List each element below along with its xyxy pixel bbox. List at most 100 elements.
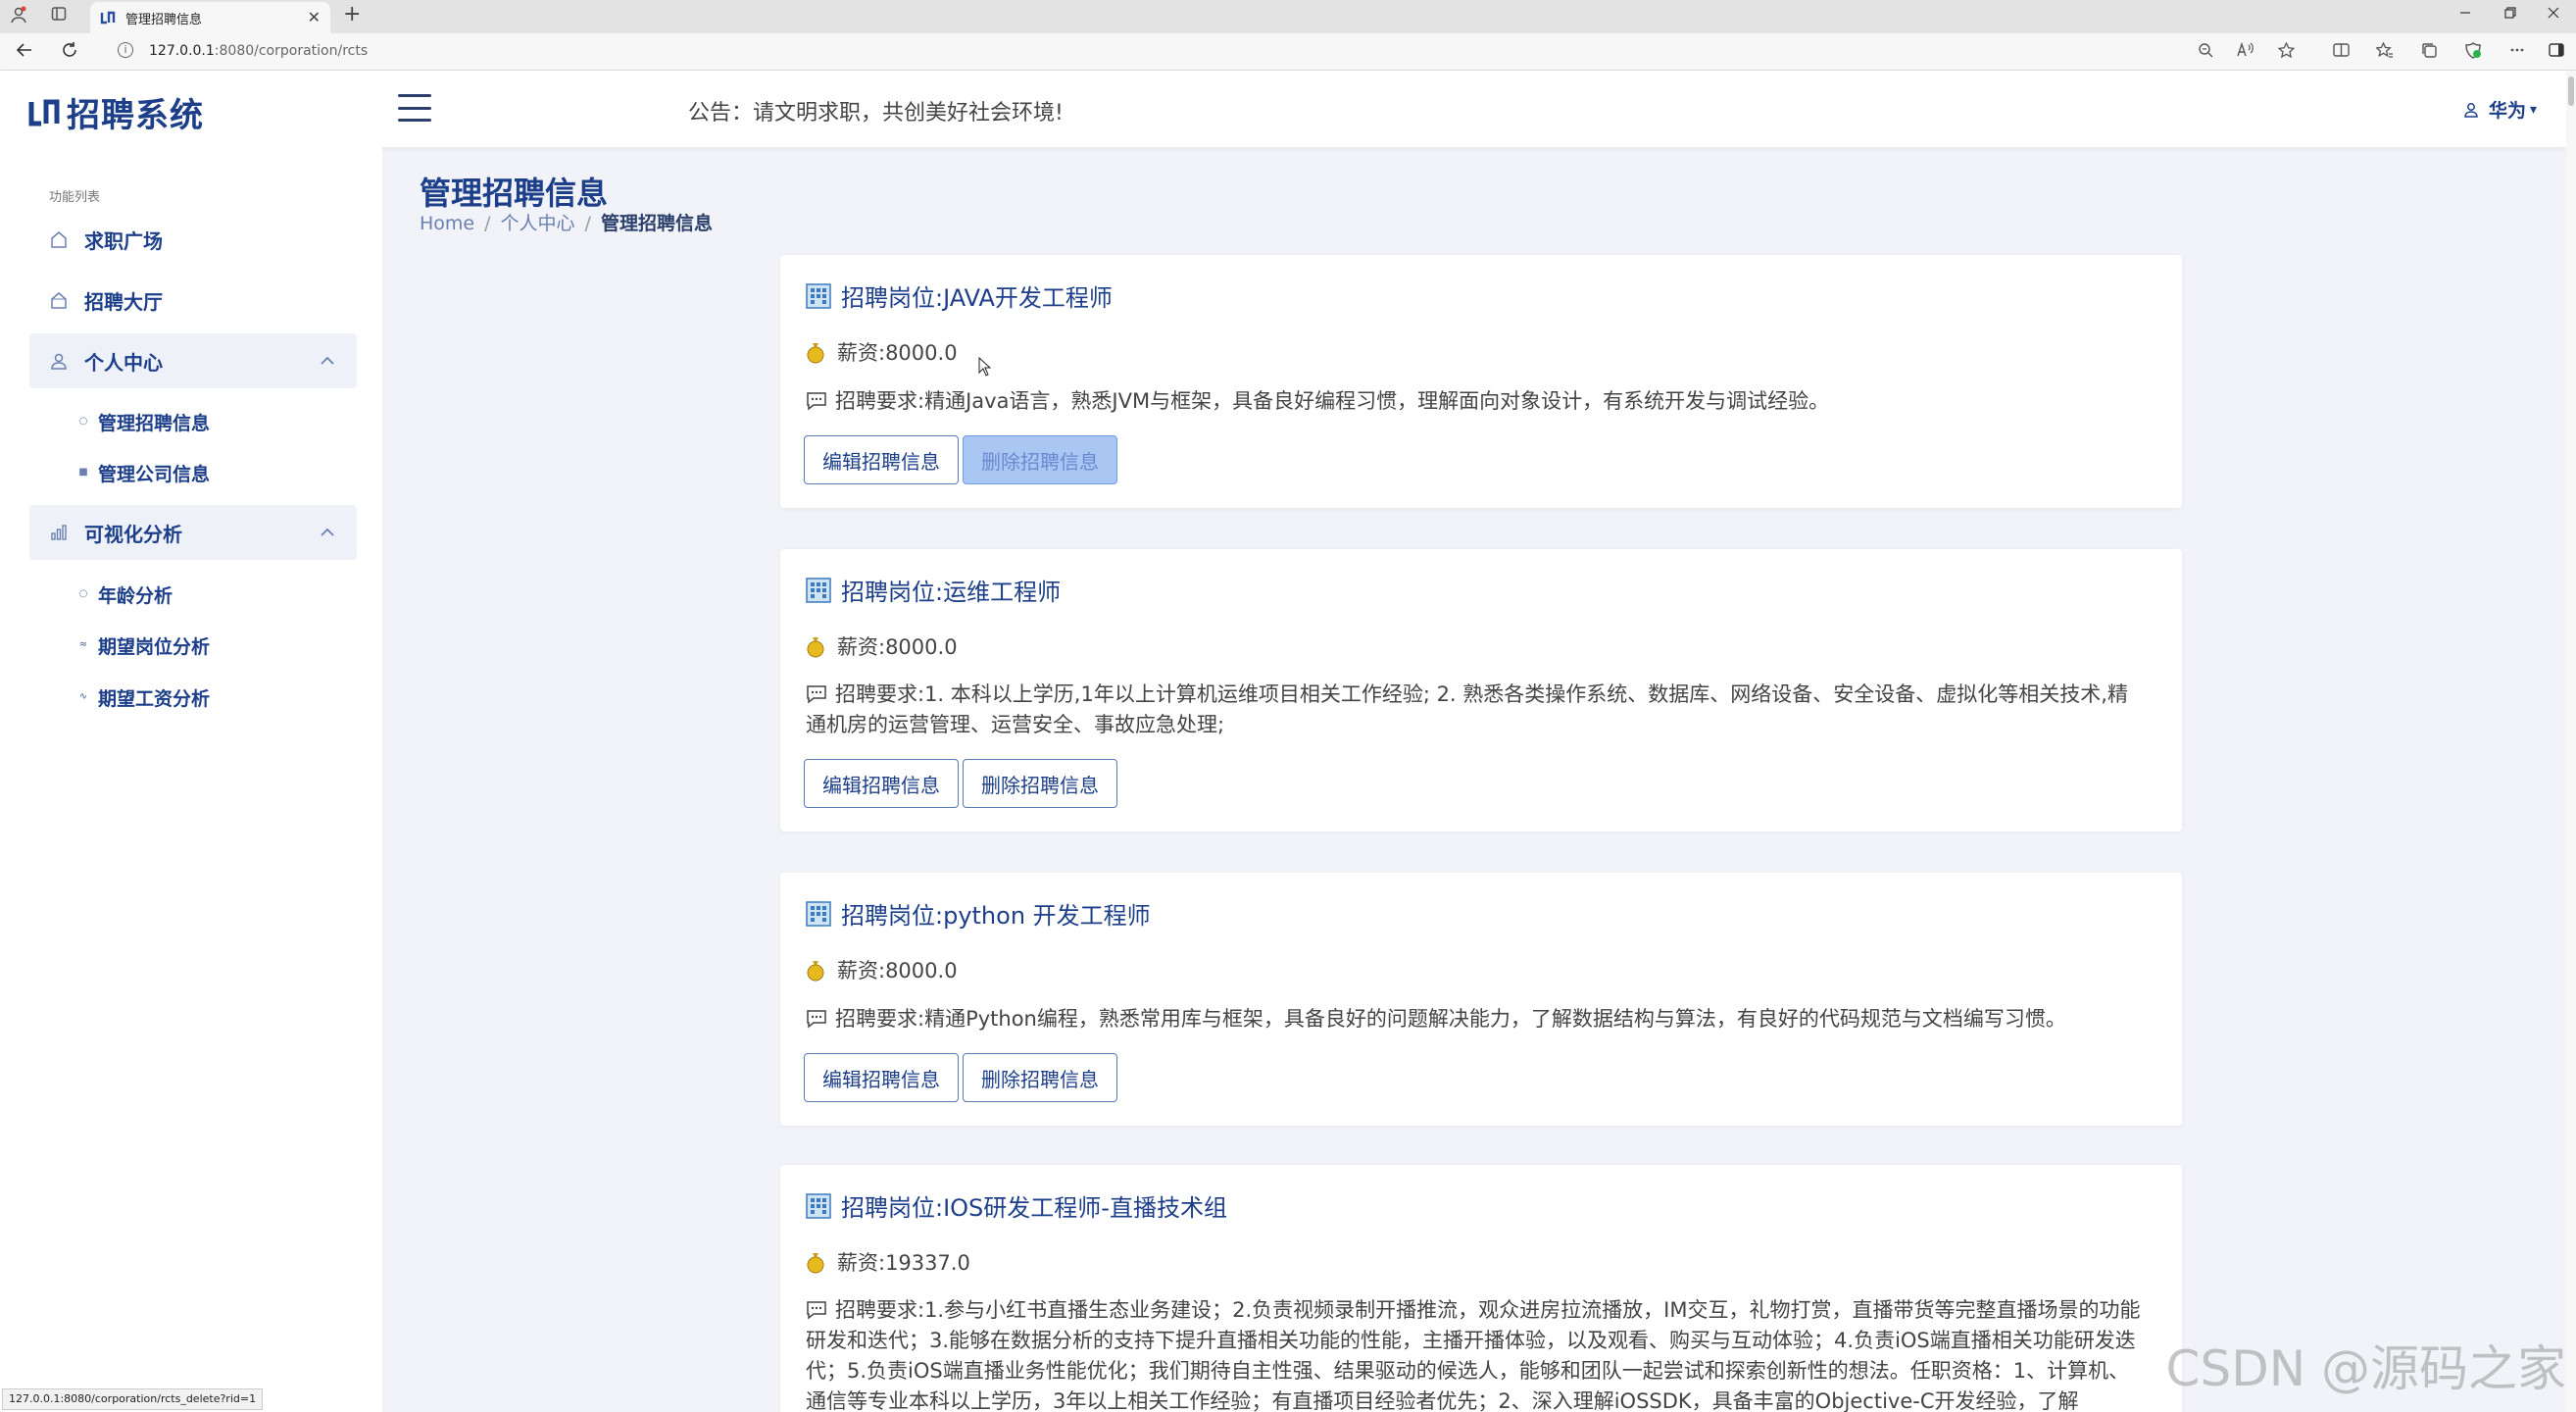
building-icon: [806, 900, 831, 927]
breadcrumb-separator: /: [484, 213, 491, 234]
watermark: CSDN @源码之家: [2165, 1340, 2566, 1397]
favorite-star-icon[interactable]: [2277, 41, 2296, 63]
sidebar-subitem-manage-company[interactable]: ■ 管理公司信息: [78, 453, 210, 492]
reload-icon[interactable]: [61, 41, 78, 64]
requirement-text: 招聘要求:精通Java语言，熟悉JVM与框架，具备良好编程习惯，理解面向对象设计…: [835, 389, 1830, 413]
read-aloud-icon[interactable]: [2237, 41, 2254, 62]
announcement-text: 公告：请文明求职，共创美好社会环境!: [688, 101, 1064, 126]
sidebar-item-label: 求职广场: [84, 228, 163, 253]
job-title: 招聘岗位:JAVA开发工程师: [806, 278, 1113, 313]
profile-icon[interactable]: [10, 6, 27, 27]
comment-icon: [807, 1301, 826, 1320]
delete-recruit-button[interactable]: 删除招聘信息: [963, 435, 1117, 484]
breadcrumb-current: 管理招聘信息: [600, 213, 713, 234]
salary: 薪资:19337.0: [806, 1247, 970, 1277]
job-requirement: 招聘要求:精通Java语言，熟悉JVM与框架，具备良好编程习惯，理解面向对象设计…: [806, 386, 2147, 417]
bullet-icon: ○: [78, 416, 88, 427]
salary: 薪资:8000.0: [806, 955, 958, 984]
caret-down-icon: ▾: [2529, 101, 2537, 118]
more-menu-icon[interactable]: [2509, 42, 2525, 62]
sidebar-subitem-age-analysis[interactable]: ○ 年龄分析: [78, 575, 173, 614]
sidebar-item-recruit-hall[interactable]: 招聘大厅: [29, 273, 357, 328]
salary-text: 薪资:8000.0: [837, 341, 958, 365]
salary: 薪资:8000.0: [806, 631, 958, 661]
hamburger-line: [398, 119, 431, 122]
url-host: 127.0.0.1: [149, 43, 215, 59]
sidebar-item-personal-center[interactable]: 个人中心: [29, 333, 357, 388]
breadcrumb-home[interactable]: Home: [420, 213, 474, 234]
breadcrumb-personal-center[interactable]: 个人中心: [501, 213, 575, 234]
status-bar-url: 127.0.0.1:8080/corporation/rcts_delete?r…: [2, 1388, 264, 1410]
close-window-icon[interactable]: [2547, 6, 2560, 24]
comment-icon: [807, 1010, 826, 1029]
menu-toggle-button[interactable]: [398, 94, 431, 122]
job-requirement: 招聘要求:1. 本科以上学历,1年以上计算机运维项目相关工作经验; 2. 熟悉各…: [806, 680, 2147, 740]
job-requirement: 招聘要求:精通Python编程，熟悉常用库与框架，具备良好的问题解决能力，了解数…: [806, 1004, 2147, 1034]
sidebar-subitem-label: 期望岗位分析: [98, 635, 211, 658]
bullet-icon: ■: [78, 467, 88, 478]
job-title: 招聘岗位:运维工程师: [806, 573, 1061, 607]
money-bag-icon: [807, 1253, 824, 1274]
zoom-icon[interactable]: [2198, 42, 2213, 62]
sidebar-item-label: 个人中心: [84, 350, 163, 375]
sidebar-subitem-label: 年龄分析: [98, 584, 173, 607]
chevron-up-icon[interactable]: [318, 351, 337, 371]
requirement-text: 招聘要求:1.参与小红书直播生态业务建设；2.负责视频录制开播推流，观众进房拉流…: [806, 1298, 2141, 1412]
sidebar-caption: 功能列表: [49, 190, 101, 205]
job-title-text: 招聘岗位:运维工程师: [841, 579, 1062, 606]
collections-icon[interactable]: [2421, 42, 2438, 63]
sidebar-item-visual-analysis[interactable]: 可视化分析: [29, 505, 357, 560]
sidebar-subitem-salary-analysis[interactable]: ∿ 期望工资分析: [78, 678, 210, 717]
mouse-cursor-icon: [978, 357, 992, 377]
page-scrollbar[interactable]: [2566, 71, 2576, 1412]
back-icon[interactable]: [16, 41, 33, 64]
salary-text: 薪资:19337.0: [837, 1251, 970, 1275]
new-tab-button[interactable]: +: [343, 2, 361, 26]
home-icon: [51, 231, 67, 248]
edit-recruit-button[interactable]: 编辑招聘信息: [804, 759, 959, 808]
user-menu[interactable]: 华为 ▾: [2463, 96, 2537, 123]
delete-recruit-button[interactable]: 删除招聘信息: [963, 1053, 1117, 1102]
url-path: :8080/corporation/rcts: [214, 43, 369, 59]
sidebar-subitem-label: 期望工资分析: [98, 687, 211, 710]
sidebar-subitem-label: 管理招聘信息: [98, 412, 211, 434]
favorites-icon[interactable]: [2375, 41, 2394, 63]
delete-recruit-button[interactable]: 删除招聘信息: [963, 759, 1117, 808]
site-info-icon[interactable]: i: [118, 42, 133, 58]
hamburger-line: [398, 94, 431, 97]
logo-text: 招聘系统: [67, 96, 204, 135]
browser-essentials-icon[interactable]: [2464, 42, 2482, 63]
site-favicon-icon: [100, 11, 116, 25]
sidebar-item-job-square[interactable]: 求职广场: [29, 212, 357, 267]
close-tab-icon[interactable]: ✕: [308, 8, 321, 26]
bullet-icon: ≈: [78, 639, 88, 650]
sidebar-toggle-icon[interactable]: [2549, 42, 2564, 62]
restore-icon[interactable]: [2503, 6, 2517, 24]
job-title-text: 招聘岗位:python 开发工程师: [841, 902, 1151, 930]
job-title-text: 招聘岗位:JAVA开发工程师: [841, 284, 1113, 312]
salary-text: 薪资:8000.0: [837, 635, 958, 659]
url-field[interactable]: 127.0.0.1:8080/corporation/rcts: [149, 43, 368, 59]
job-requirement: 招聘要求:1.参与小红书直播生态业务建设；2.负责视频录制开播推流，观众进房拉流…: [806, 1295, 2147, 1412]
money-bag-icon: [807, 637, 824, 658]
sidebar-subitem-position-analysis[interactable]: ≈ 期望岗位分析: [78, 626, 210, 665]
edit-recruit-button[interactable]: 编辑招聘信息: [804, 1053, 959, 1102]
breadcrumb: Home / 个人中心 / 管理招聘信息: [420, 209, 713, 235]
tab-actions-icon[interactable]: [51, 6, 67, 25]
comment-icon: [807, 685, 826, 704]
tab-title: 管理招聘信息: [125, 13, 203, 27]
recruit-card: 招聘岗位:python 开发工程师 薪资:8000.0 招聘要求:精通Pytho…: [780, 873, 2182, 1126]
chevron-up-icon[interactable]: [318, 523, 337, 542]
browser-tab[interactable]: 管理招聘信息 ✕: [90, 2, 330, 33]
minimize-icon[interactable]: [2458, 6, 2472, 24]
building-icon: [806, 577, 831, 603]
logo[interactable]: 招聘系统: [27, 88, 204, 136]
edit-recruit-button[interactable]: 编辑招聘信息: [804, 435, 959, 484]
sidebar: 功能列表 求职广场 招聘大厅 个人中心 ○ 管理招聘信息 ■ 管理公司信息 可视…: [0, 147, 382, 1412]
split-screen-icon[interactable]: [2333, 42, 2350, 62]
requirement-text: 招聘要求:1. 本科以上学历,1年以上计算机运维项目相关工作经验; 2. 熟悉各…: [806, 682, 2128, 736]
page-title: 管理招聘信息: [420, 175, 609, 212]
sidebar-subitem-manage-recruit[interactable]: ○ 管理招聘信息: [78, 402, 210, 441]
scrollbar-thumb[interactable]: [2568, 76, 2574, 106]
bar-chart-icon: [51, 525, 67, 540]
